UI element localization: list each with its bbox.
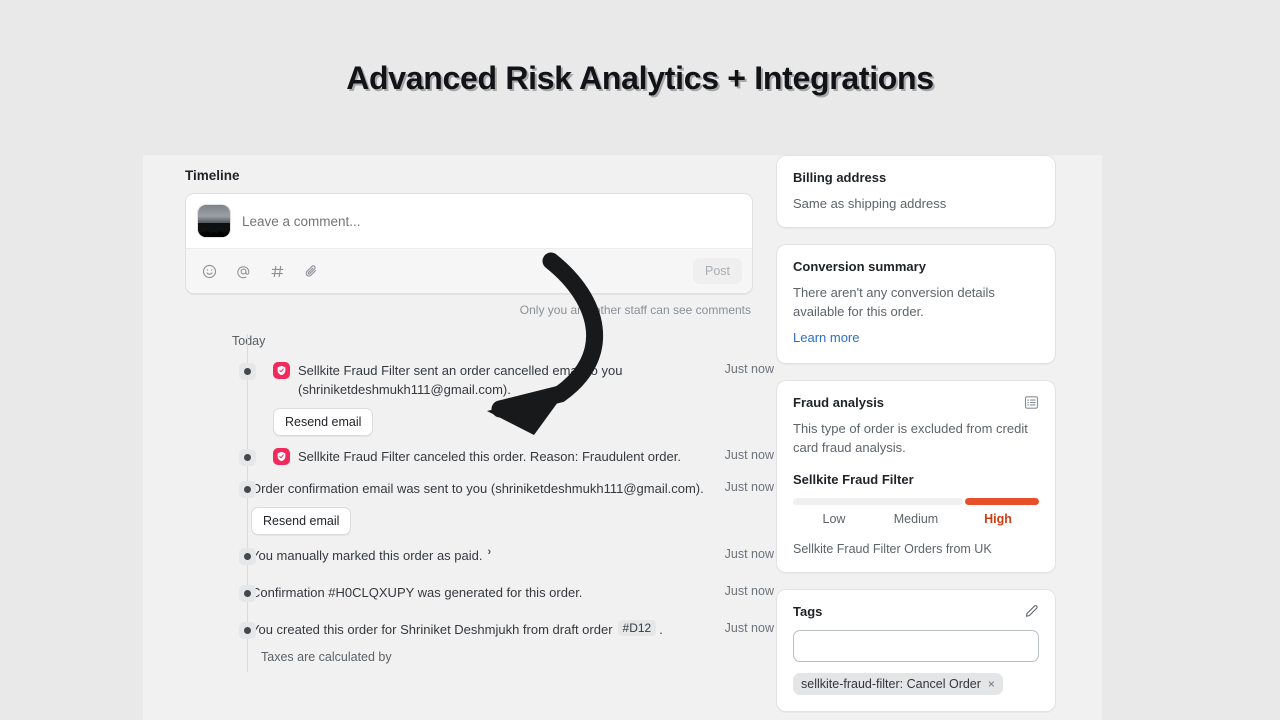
timeline-event-text: Sellkite Fraud Filter canceled this orde… (298, 449, 681, 464)
timeline-event-timestamp: Just now (724, 362, 774, 376)
page-title: Advanced Risk Analytics + Integrations (346, 60, 934, 96)
risk-meter-fill (965, 498, 1039, 505)
timeline-event: Confirmation #H0CLQXUPY was generated fo… (185, 583, 785, 620)
tags-title: Tags (793, 604, 823, 619)
timeline-dot (239, 548, 256, 565)
timeline-dot (239, 481, 256, 498)
timeline-dot (239, 449, 256, 466)
timeline-event-timestamp: Just now (724, 584, 774, 598)
chevron-right-icon[interactable]: › (487, 546, 491, 558)
timeline-event-timestamp: Just now (724, 480, 774, 494)
composer-input-row (186, 194, 752, 248)
taxes-note: Taxes are calculated by (261, 650, 392, 664)
hashtag-icon[interactable] (268, 262, 286, 280)
timeline-event: Sellkite Fraud Filter sent an order canc… (185, 361, 785, 447)
remove-tag-icon[interactable]: × (988, 677, 995, 691)
timeline-dot (239, 585, 256, 602)
timeline-event-list: Today Sellkite Fraud Filter sent an orde… (185, 334, 785, 672)
timeline-event-text: You created this order for Shriniket Des… (251, 622, 613, 637)
comment-composer: Post (185, 193, 753, 294)
fraud-analysis-title: Fraud analysis (793, 395, 885, 410)
resend-email-button[interactable]: Resend email (273, 408, 374, 436)
timeline-event-text: Order confirmation email was sent to you… (251, 481, 704, 496)
timeline-event-text: Confirmation #H0CLQXUPY was generated fo… (251, 585, 583, 600)
timeline-dot (239, 622, 256, 639)
risk-meter (793, 498, 1039, 505)
list-view-icon[interactable] (1024, 395, 1039, 410)
learn-more-link[interactable]: Learn more (793, 330, 859, 345)
risk-meter-track (793, 498, 964, 505)
timeline-event-text: Sellkite Fraud Filter sent an order canc… (298, 363, 623, 397)
timeline-event: Sellkite Fraud Filter canceled this orde… (185, 447, 785, 479)
tags-card: Tags sellkite-fraud-filter: Cancel Order… (776, 589, 1056, 712)
billing-address-card: Billing address Same as shipping address (776, 155, 1056, 228)
app-screenshot-panel: Timeline Leave a comment... Post Only yo… (143, 155, 1102, 720)
pencil-icon[interactable] (1024, 604, 1039, 619)
conversion-summary-text: There aren't any conversion details avai… (793, 285, 995, 319)
order-sidebar: Billing address Same as shipping address… (776, 155, 1056, 720)
billing-address-text: Same as shipping address (793, 196, 947, 211)
sellkite-fraud-filter-icon (273, 362, 290, 379)
timeline-event-timestamp: Just now (724, 547, 774, 561)
timeline-event: You created this order for Shriniket Des… (185, 620, 785, 648)
fraud-filter-title: Sellkite Fraud Filter (793, 472, 914, 487)
timeline-event-text-suffix: . (659, 622, 663, 637)
timeline-day-label: Today (232, 334, 266, 348)
timeline-event: Order confirmation email was sent to you… (185, 479, 785, 546)
composer-toolbar: Post (186, 248, 752, 293)
conversion-summary-title: Conversion summary (793, 259, 926, 274)
timeline-event: You manually marked this order as paid. … (185, 546, 785, 583)
tags-input[interactable] (793, 630, 1039, 662)
tag-chip[interactable]: sellkite-fraud-filter: Cancel Order × (793, 673, 1003, 695)
mention-icon[interactable] (234, 262, 252, 280)
resend-email-button[interactable]: Resend email (251, 507, 352, 535)
composer-privacy-note: Only you and other staff can see comment… (519, 303, 751, 317)
fraud-analysis-card: Fraud analysis This type of order is exc… (776, 380, 1056, 573)
page-root: Advanced Risk Analytics + Integrations T… (0, 0, 1280, 720)
timeline-dot (239, 363, 256, 380)
sellkite-fraud-filter-icon (273, 448, 290, 465)
emoji-icon[interactable] (200, 262, 218, 280)
risk-level-low: Low (822, 512, 846, 526)
billing-address-title: Billing address (793, 170, 887, 185)
risk-meter-labels: Low Medium High (793, 512, 1039, 526)
draft-order-chip[interactable]: #D12 (617, 620, 657, 636)
timeline-column: Timeline Leave a comment... Post Only yo… (185, 155, 785, 672)
post-button[interactable]: Post (692, 258, 742, 284)
timeline-heading: Timeline (185, 168, 240, 183)
timeline-event-text: You manually marked this order as paid. (251, 548, 483, 563)
avatar (198, 205, 230, 237)
fraud-analysis-text: This type of order is excluded from cred… (793, 421, 1028, 455)
attachment-icon[interactable] (302, 262, 320, 280)
risk-level-medium: Medium (893, 512, 939, 526)
tag-chip-label: sellkite-fraud-filter: Cancel Order (801, 677, 981, 691)
risk-level-high: High (984, 512, 1012, 526)
comment-input[interactable] (242, 213, 738, 229)
conversion-summary-card: Conversion summary There aren't any conv… (776, 244, 1056, 364)
timeline-event-timestamp: Just now (724, 448, 774, 462)
fraud-filter-note: Sellkite Fraud Filter Orders from UK (793, 542, 992, 556)
timeline-event-timestamp: Just now (724, 621, 774, 635)
